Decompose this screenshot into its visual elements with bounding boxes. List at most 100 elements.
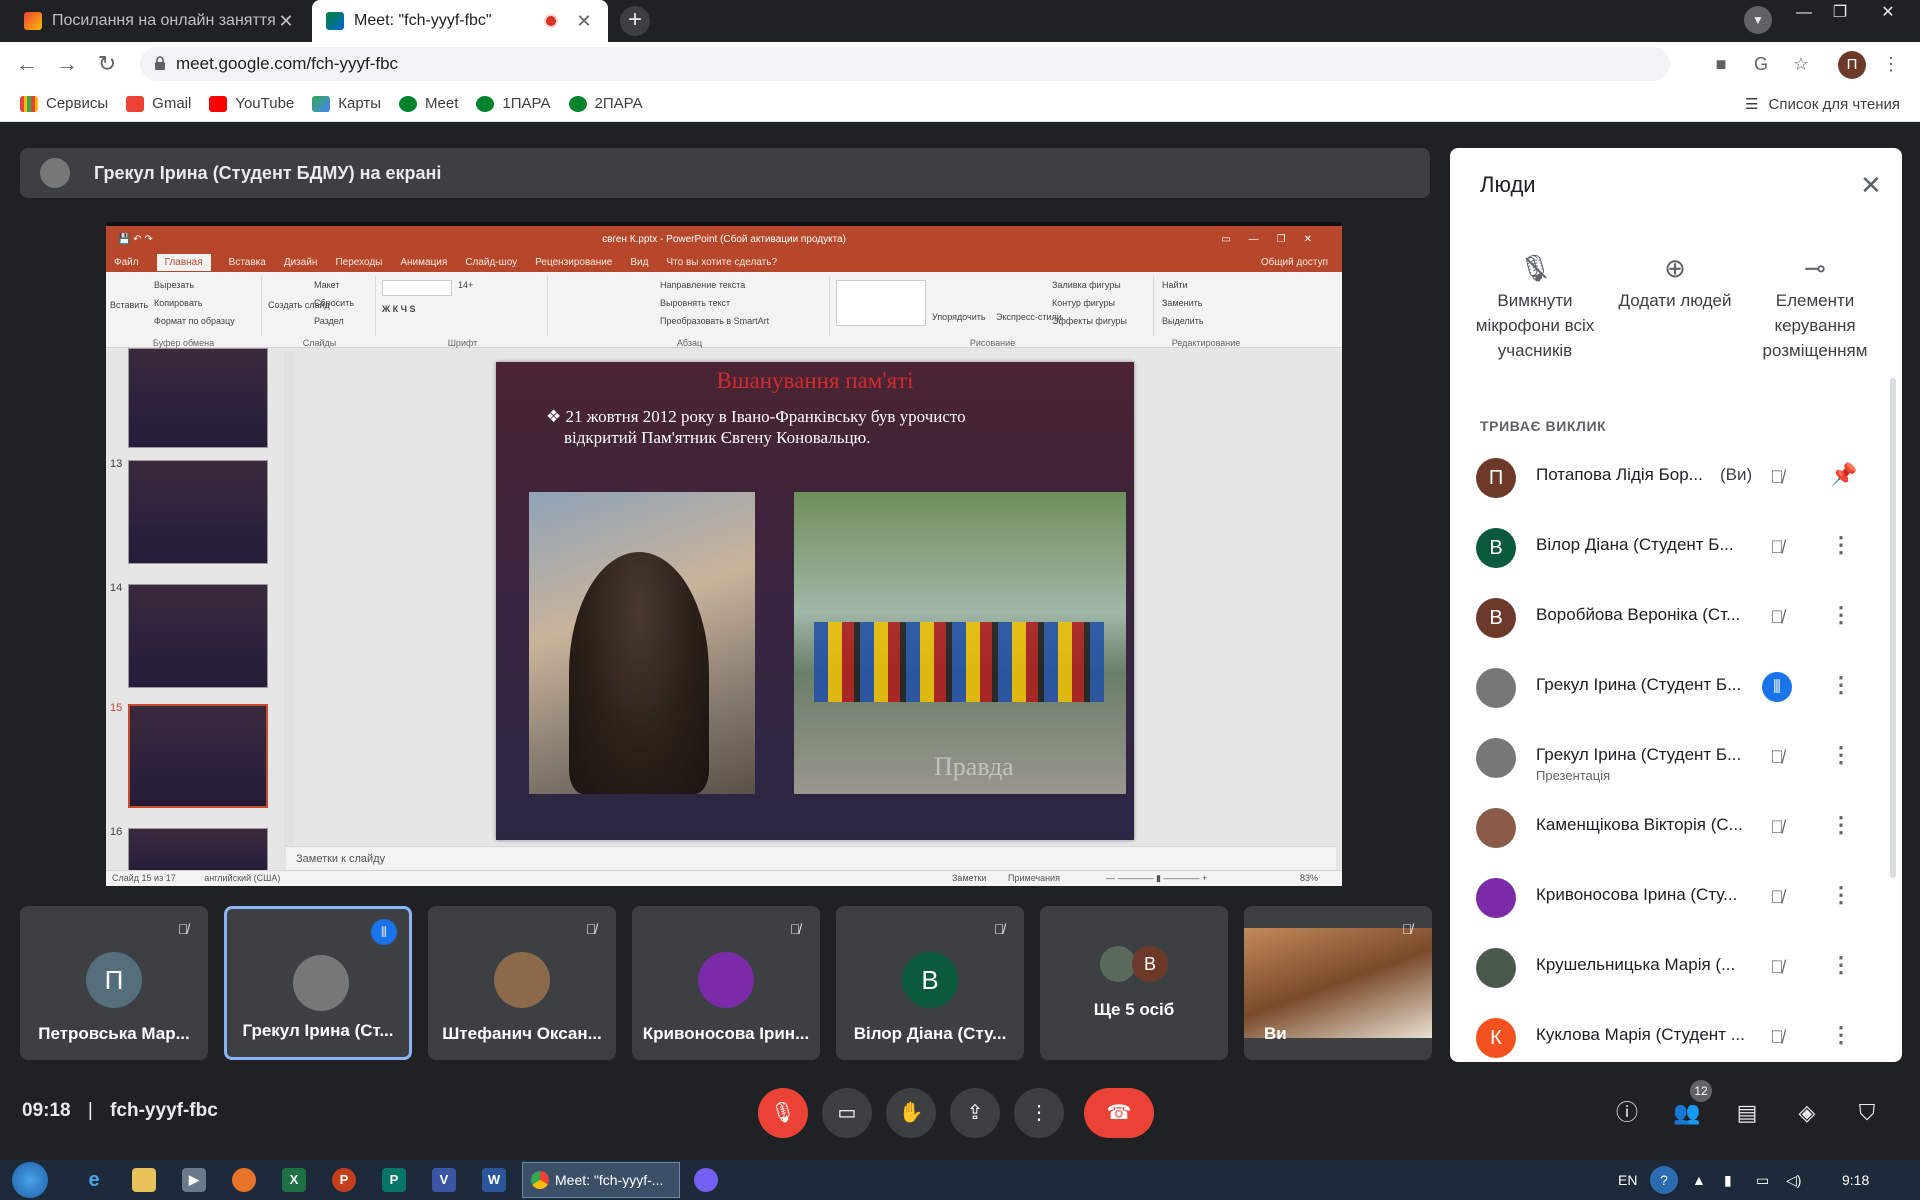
camera-icon[interactable]: ■ [1710, 53, 1732, 75]
ribbon-reset[interactable]: Сбросить [314, 298, 354, 308]
tab-meet[interactable]: Meet: "fch-yyyf-fbc" ✕ [312, 0, 608, 42]
chat-icon[interactable]: ▤ [1730, 1096, 1764, 1130]
ribbon-select[interactable]: Выделить [1162, 316, 1204, 326]
ie-icon[interactable]: e [82, 1168, 106, 1192]
participant-row[interactable]: Каменщікова Вікторія (С... 🎙̸ ⋮ [1450, 792, 1902, 862]
media-player-icon[interactable]: ▶ [182, 1168, 206, 1192]
powerpoint-icon[interactable]: P [332, 1168, 356, 1192]
host-controls-button[interactable]: ⊸ Елементи керування розміщенням [1740, 248, 1890, 363]
slide-thumb[interactable] [128, 584, 268, 688]
excel-icon[interactable]: X [282, 1168, 306, 1192]
firefox-icon[interactable] [232, 1168, 256, 1192]
participant-row[interactable]: К Куклова Марія (Студент ... 🎙̸ ⋮ [1450, 1002, 1902, 1062]
explorer-icon[interactable] [132, 1168, 156, 1192]
clock[interactable]: 9:18 [1842, 1172, 1869, 1188]
bookmark-para1[interactable]: 1ПАРА [476, 95, 551, 112]
bookmark-gmail[interactable]: Gmail [126, 95, 191, 112]
present-button[interactable]: ⇪ [950, 1088, 1000, 1138]
more-vert-icon[interactable]: ⋮ [1880, 53, 1902, 75]
ribbon-section[interactable]: Раздел [314, 316, 344, 326]
mic-off-icon[interactable]: 🎙̸ [1762, 1022, 1792, 1052]
bookmark-youtube[interactable]: YouTube [209, 95, 294, 112]
close-window-button[interactable]: ✕ [1870, 0, 1906, 30]
tab-invitation[interactable]: Посилання на онлайн заняття 0 ✕ [10, 0, 310, 42]
participant-row[interactable]: Грекул Ірина (Студент Б... ⦀ ⋮ [1450, 652, 1902, 722]
participant-tile[interactable]: Грекул Ірина (Ст... ⦀ [224, 906, 412, 1060]
participant-tile[interactable]: В Ще 5 осіб [1040, 906, 1228, 1060]
ppt-tab[interactable]: Вид [630, 257, 648, 268]
more-vert-icon[interactable]: ⋮ [1830, 672, 1852, 698]
comments-toggle[interactable]: Примечания [1008, 873, 1060, 883]
slide-thumb[interactable] [128, 460, 268, 564]
word-icon[interactable]: W [482, 1168, 506, 1192]
participant-tile[interactable]: Штефанич Оксан... 🎙̸ [428, 906, 616, 1060]
mic-off-icon[interactable]: 🎙̸ [1762, 602, 1792, 632]
more-vert-icon[interactable]: ⋮ [1830, 602, 1852, 628]
zoom-level[interactable]: 83% [1300, 873, 1318, 883]
ppt-tab[interactable]: Дизайн [284, 257, 318, 268]
slide-thumb[interactable] [128, 828, 268, 876]
tray-expand-icon[interactable]: ▲ [1692, 1172, 1706, 1188]
participant-tile[interactable]: П Петровська Мар... 🎙̸ [20, 906, 208, 1060]
ribbon-shape-effects[interactable]: Эффекты фигуры [1052, 316, 1127, 326]
more-vert-icon[interactable]: ⋮ [1830, 952, 1852, 978]
mute-all-button[interactable]: 🎙 Вимкнути мікрофони всіх учасників [1460, 248, 1610, 363]
ppt-tab[interactable]: Анимация [400, 257, 447, 268]
profile-avatar[interactable]: П [1838, 51, 1866, 79]
camera-toggle-button[interactable]: ▭ [822, 1088, 872, 1138]
taskbar-chrome-window[interactable]: Meet: "fch-yyyf-... [522, 1162, 680, 1198]
ppt-tab[interactable]: Вставка [229, 257, 266, 268]
ribbon-align-text[interactable]: Выровнять текст [660, 298, 730, 308]
mic-off-icon[interactable]: 🎙̸ [1762, 462, 1792, 492]
participant-tile[interactable]: В Вілор Діана (Сту... 🎙̸ [836, 906, 1024, 1060]
forward-button[interactable]: → [54, 52, 80, 78]
address-bar[interactable]: meet.google.com/fch-yyyf-fbc [140, 47, 1670, 81]
ppt-tab-home[interactable]: Главная [156, 253, 211, 271]
participant-tile[interactable]: Ви 🎙̸ [1244, 906, 1432, 1060]
back-button[interactable]: ← [14, 52, 40, 78]
raise-hand-button[interactable]: ✋ [886, 1088, 936, 1138]
more-vert-icon[interactable]: ⋮ [1830, 742, 1852, 768]
chrome-menu-icon[interactable]: ▼ [1744, 6, 1772, 34]
ppt-tab[interactable]: Рецензирование [535, 257, 612, 268]
ribbon-arrange[interactable]: Упорядочить [932, 312, 986, 322]
mic-off-icon[interactable]: 🎙̸ [1762, 812, 1792, 842]
maximize-button[interactable]: ❐ [1822, 0, 1858, 30]
bookmark-services[interactable]: Сервисы [20, 95, 108, 112]
slide-thumb-selected[interactable] [128, 704, 268, 808]
notes-toggle[interactable]: Заметки [952, 873, 986, 883]
ribbon-copy[interactable]: Копировать [154, 298, 202, 308]
participant-row[interactable]: Грекул Ірина (Студент Б... Презентація 🎙̸ ⋮ [1450, 722, 1902, 792]
leave-call-button[interactable]: ☎ [1084, 1088, 1154, 1138]
activities-icon[interactable]: ◈ [1790, 1096, 1824, 1130]
mic-toggle-button[interactable]: 🎙 [758, 1088, 808, 1138]
font-size-input[interactable]: 14+ [458, 280, 473, 290]
zoom-slider[interactable]: — ———— ▮ ———— + [1106, 873, 1207, 884]
panel-scrollbar[interactable] [1890, 378, 1896, 878]
ribbon-cut[interactable]: Вырезать [154, 280, 194, 290]
more-vert-icon[interactable]: ⋮ [1830, 812, 1852, 838]
ribbon-shape-fill[interactable]: Заливка фигуры [1052, 280, 1121, 290]
more-vert-icon[interactable]: ⋮ [1830, 532, 1852, 558]
ppt-tell-me[interactable]: Что вы хотите сделать? [666, 257, 777, 268]
font-name-input[interactable] [382, 280, 452, 296]
ribbon-replace[interactable]: Заменить [1162, 298, 1202, 308]
language-indicator[interactable]: EN [1618, 1172, 1637, 1188]
ribbon-find[interactable]: Найти [1162, 280, 1188, 290]
more-vert-icon[interactable]: ⋮ [1830, 882, 1852, 908]
bookmark-maps[interactable]: Карты [312, 95, 381, 112]
info-icon[interactable]: ⓘ [1610, 1096, 1644, 1130]
mic-off-icon[interactable]: 🎙̸ [1762, 742, 1792, 772]
participant-row[interactable]: П Потапова Лідія Бор... (Ви) 🎙̸ 📌 [1450, 442, 1902, 512]
ribbon-format-painter[interactable]: Формат по образцу [154, 316, 235, 326]
translate-icon[interactable]: G [1750, 53, 1772, 75]
reload-button[interactable]: ↻ [94, 52, 120, 78]
mic-off-icon[interactable]: 🎙̸ [1762, 532, 1792, 562]
font-format-buttons[interactable]: Ж К Ч S [382, 304, 415, 314]
reading-list-button[interactable]: ☰ Список для чтения [1745, 95, 1900, 114]
network-icon[interactable]: ▮ [1724, 1172, 1732, 1189]
slide-notes[interactable]: Заметки к слайду [286, 846, 1336, 872]
viber-icon[interactable] [694, 1168, 718, 1192]
publisher-icon[interactable]: P [382, 1168, 406, 1192]
bookmark-meet[interactable]: Meet [399, 95, 458, 112]
